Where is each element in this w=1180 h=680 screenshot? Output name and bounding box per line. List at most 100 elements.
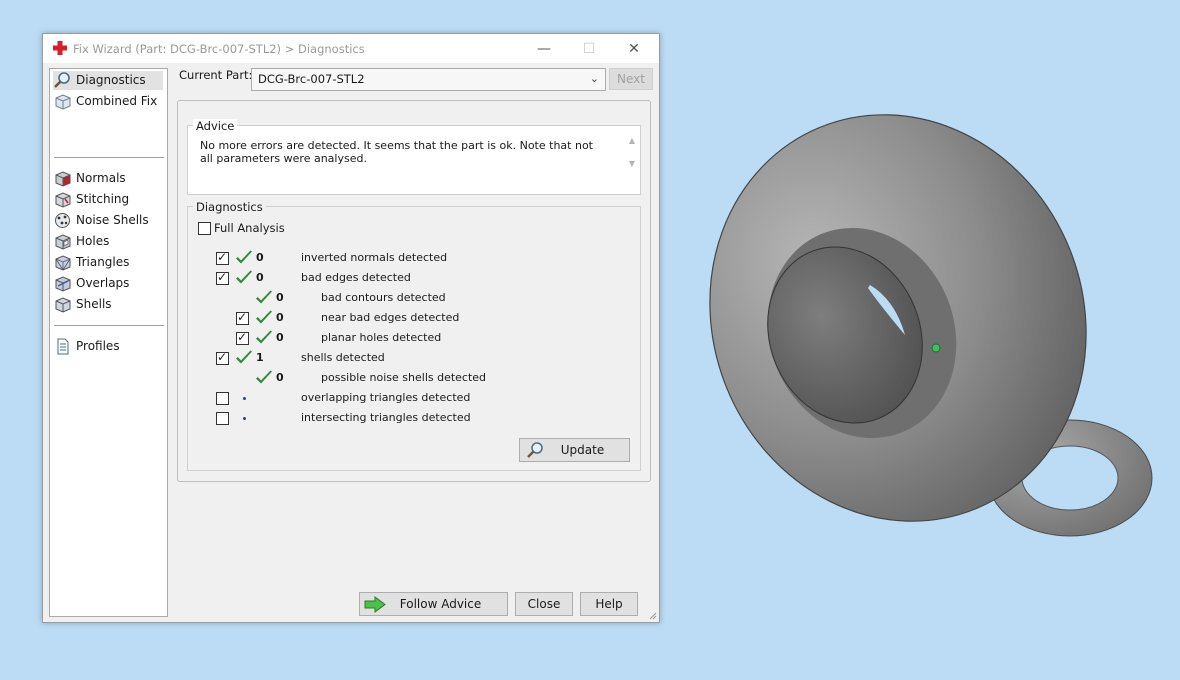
sidebar-item-label: Noise Shells: [76, 213, 149, 227]
scroll-down-arrow-icon[interactable]: ▼: [626, 159, 638, 168]
row-label: overlapping triangles detected: [301, 391, 471, 404]
follow-advice-button[interactable]: Follow Advice: [359, 592, 508, 616]
checkmark-icon: ✓: [237, 310, 248, 324]
sidebar-item-label: Triangles: [76, 255, 130, 269]
row-checkbox[interactable]: ✓: [216, 270, 229, 285]
green-check-icon: [235, 250, 253, 266]
close-button[interactable]: Close: [515, 592, 573, 616]
full-analysis-label: Full Analysis: [214, 221, 285, 235]
pending-dot-icon: [243, 417, 246, 420]
triangles-cube-icon: [53, 253, 72, 272]
minimize-button[interactable]: —: [529, 38, 559, 60]
sidebar: Diagnostics Combined Fix Normals Stitchi…: [49, 68, 168, 617]
overlaps-cube-icon: [53, 274, 72, 293]
diagnostics-title: Diagnostics: [193, 200, 266, 214]
current-part-dropdown[interactable]: DCG-Brc-007-STL2 ⌄: [251, 68, 606, 91]
pivot-point-marker: [931, 343, 941, 353]
row-label: inverted normals detected: [301, 251, 448, 264]
sidebar-item-holes[interactable]: Holes: [53, 232, 163, 251]
normals-cube-icon: [53, 169, 72, 188]
advice-text: No more errors are detected. It seems th…: [200, 139, 593, 165]
green-check-icon: [255, 310, 273, 326]
magnifier-icon: [53, 71, 72, 90]
row-label: possible noise shells detected: [321, 371, 487, 384]
sidebar-item-label: Combined Fix: [76, 94, 158, 108]
close-window-button[interactable]: ✕: [619, 38, 649, 60]
sidebar-item-shells[interactable]: Shells: [53, 295, 163, 314]
row-count: 1: [256, 351, 264, 364]
row-checkbox[interactable]: ✓: [236, 330, 249, 345]
magnifier-icon: [525, 441, 545, 459]
advice-scrollbar[interactable]: ▲ ▼: [626, 136, 638, 180]
row-checkbox[interactable]: ✓: [236, 310, 249, 325]
noise-shells-icon: [53, 211, 72, 230]
resize-grip-icon[interactable]: [647, 610, 657, 620]
row-count: 0: [276, 371, 284, 384]
stitching-cube-icon: [53, 190, 72, 209]
row-count: 0: [256, 251, 264, 264]
sidebar-item-noise-shells[interactable]: Noise Shells: [53, 211, 163, 230]
update-button[interactable]: Update: [519, 438, 630, 462]
diagnostics-panel: Advice No more errors are detected. It s…: [177, 100, 651, 482]
sidebar-item-label: Holes: [76, 234, 110, 248]
row-checkbox[interactable]: [216, 392, 229, 405]
row-label: shells detected: [301, 351, 385, 364]
sidebar-item-label: Diagnostics: [76, 73, 146, 87]
follow-advice-label: Follow Advice: [399, 597, 482, 611]
row-label: planar holes detected: [321, 331, 442, 344]
checkmark-icon: ✓: [217, 270, 228, 284]
document-icon: [53, 337, 72, 356]
scroll-up-arrow-icon[interactable]: ▲: [626, 136, 638, 145]
next-button[interactable]: Next: [609, 68, 653, 90]
green-check-icon: [235, 350, 253, 366]
advice-group: Advice No more errors are detected. It s…: [187, 119, 641, 195]
row-label: intersecting triangles detected: [301, 411, 471, 424]
sidebar-item-label: Normals: [76, 171, 126, 185]
shells-cube-icon: [53, 295, 72, 314]
row-count: 0: [256, 271, 264, 284]
current-part-value: DCG-Brc-007-STL2: [258, 72, 365, 86]
green-check-icon: [235, 270, 253, 286]
green-check-icon: [255, 330, 273, 346]
row-count: 0: [276, 291, 284, 304]
cube-icon: [53, 92, 72, 111]
diagnostics-group: Diagnostics Full Analysis ✓ 0 inverted nor…: [187, 200, 641, 471]
sidebar-item-label: Overlaps: [76, 276, 130, 290]
maximize-button[interactable]: ☐: [574, 38, 604, 60]
row-label: near bad edges detected: [321, 311, 460, 324]
advice-title: Advice: [193, 119, 238, 133]
sidebar-item-label: Profiles: [76, 339, 120, 353]
row-checkbox[interactable]: [216, 412, 229, 425]
green-check-icon: [255, 370, 273, 386]
row-count: 0: [276, 331, 284, 344]
checkmark-icon: ✓: [237, 330, 248, 344]
sidebar-item-overlaps[interactable]: Overlaps: [53, 274, 163, 293]
holes-cube-icon: [53, 232, 72, 251]
pending-dot-icon: [243, 397, 246, 400]
row-checkbox[interactable]: ✓: [216, 350, 229, 365]
checkmark-icon: ✓: [217, 250, 228, 264]
fix-wizard-window: Fix Wizard (Part: DCG-Brc-007-STL2) > Di…: [42, 33, 660, 623]
title-bar[interactable]: Fix Wizard (Part: DCG-Brc-007-STL2) > Di…: [43, 34, 659, 63]
full-analysis-checkbox[interactable]: [198, 222, 211, 235]
sidebar-item-profiles[interactable]: Profiles: [53, 337, 163, 356]
sidebar-item-diagnostics[interactable]: Diagnostics: [53, 71, 163, 90]
sidebar-item-label: Stitching: [76, 192, 130, 206]
sidebar-item-triangles[interactable]: Triangles: [53, 253, 163, 272]
sidebar-item-combined-fix[interactable]: Combined Fix: [53, 92, 163, 111]
row-label: bad edges detected: [301, 271, 411, 284]
row-checkbox[interactable]: ✓: [216, 250, 229, 265]
row-count: 0: [276, 311, 284, 324]
sidebar-divider: [54, 325, 164, 326]
sidebar-item-normals[interactable]: Normals: [53, 169, 163, 188]
sidebar-divider: [54, 157, 164, 158]
window-title: Fix Wizard (Part: DCG-Brc-007-STL2) > Di…: [73, 42, 365, 56]
help-button[interactable]: Help: [580, 592, 638, 616]
current-part-label: Current Part:: [179, 68, 253, 82]
green-check-icon: [255, 290, 273, 306]
green-arrow-icon: [364, 596, 386, 613]
chevron-down-icon: ⌄: [589, 72, 599, 85]
update-label: Update: [560, 443, 605, 457]
sidebar-item-stitching[interactable]: Stitching: [53, 190, 163, 209]
sidebar-item-label: Shells: [76, 297, 112, 311]
